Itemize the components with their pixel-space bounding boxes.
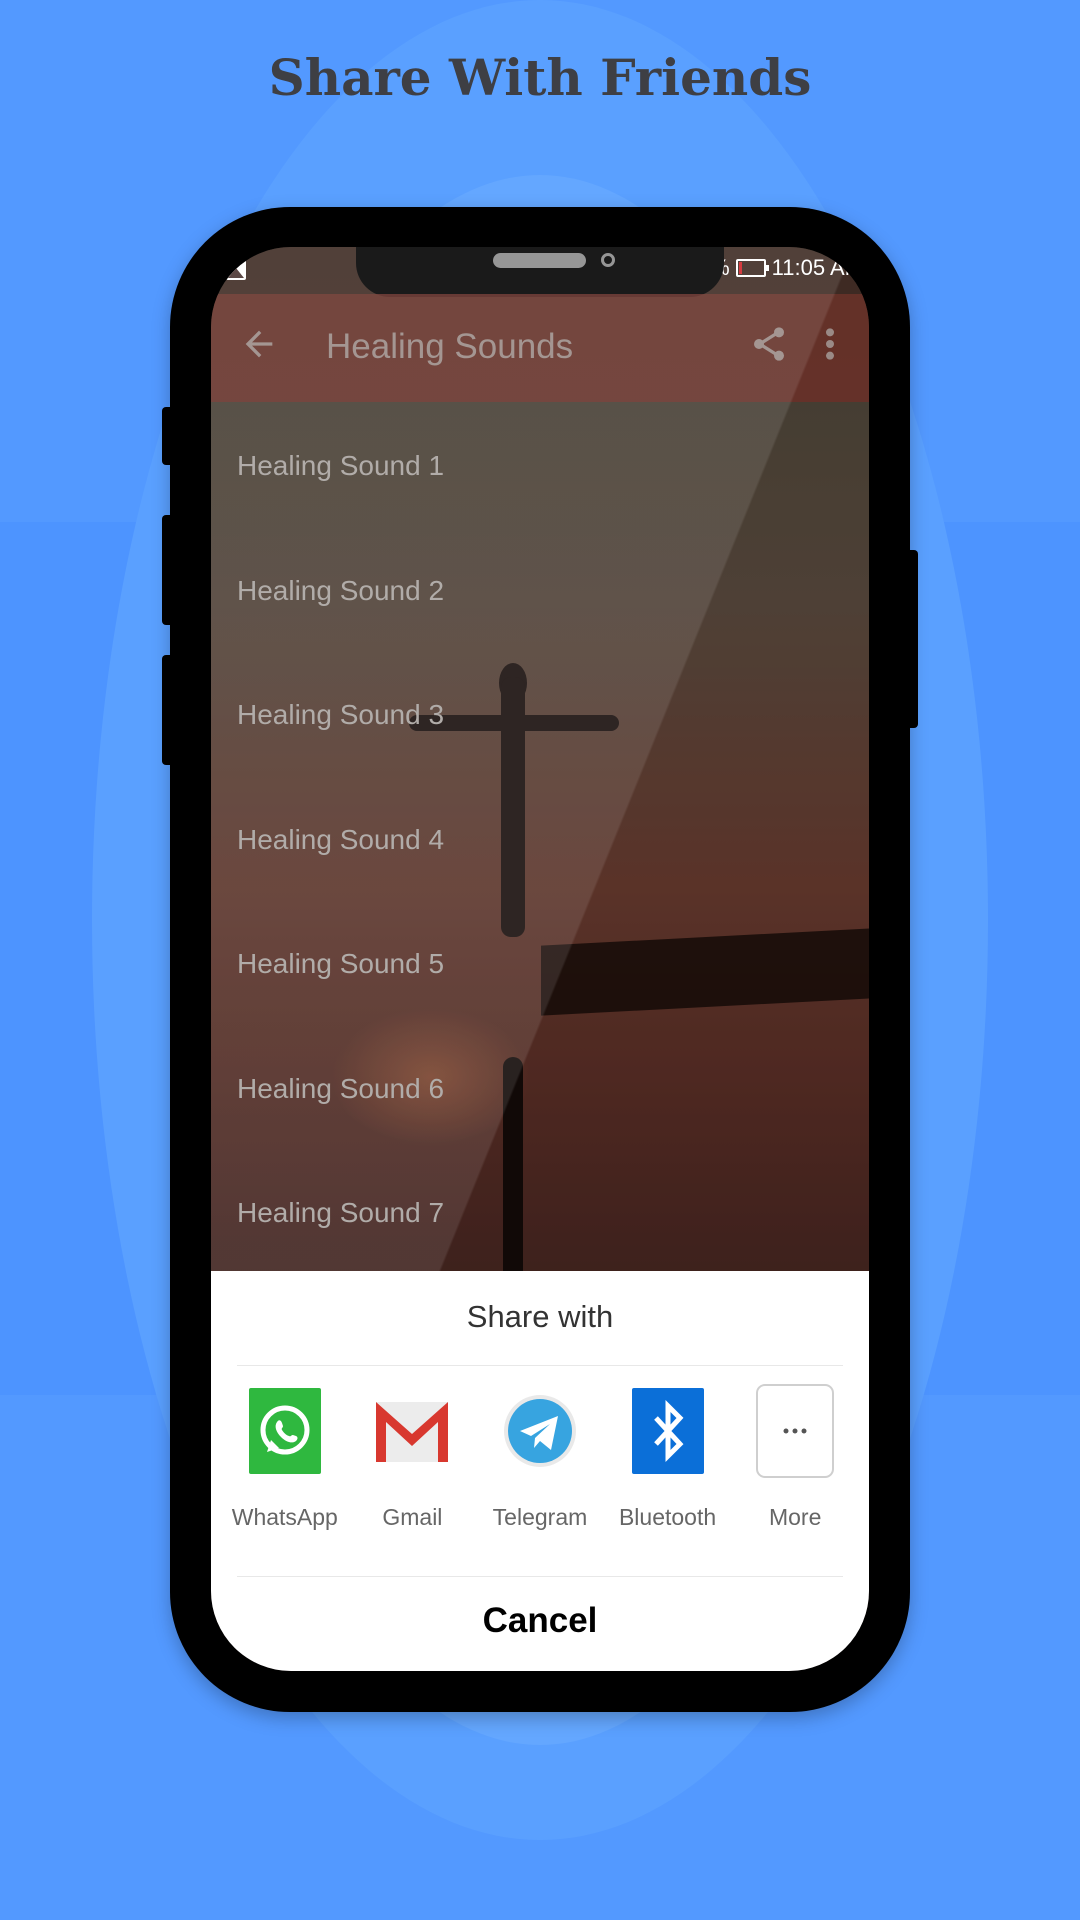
whatsapp-icon bbox=[248, 1388, 321, 1474]
more-horiz-icon bbox=[756, 1384, 835, 1478]
divider bbox=[237, 1576, 843, 1577]
share-target-label: Telegram bbox=[492, 1504, 588, 1530]
status-time: 11:05 AM bbox=[771, 255, 863, 280]
list-item[interactable]: Healing Sound 7 bbox=[211, 1149, 869, 1274]
share-target-more[interactable]: More bbox=[735, 1384, 855, 1531]
share-sheet: Share with WhatsApp Gmail Telegram Bluet… bbox=[211, 1271, 869, 1671]
promo-headline: Share With Friends bbox=[268, 48, 812, 107]
share-target-label: Bluetooth bbox=[618, 1504, 717, 1530]
share-app-row: WhatsApp Gmail Telegram Bluetooth More bbox=[211, 1384, 869, 1531]
phone-power-button bbox=[906, 550, 918, 728]
sound-list: Healing Sound 1 Healing Sound 2 Healing … bbox=[211, 402, 869, 1274]
phone-volume-up-button bbox=[162, 515, 174, 625]
telegram-icon bbox=[503, 1388, 576, 1474]
share-button[interactable] bbox=[749, 322, 789, 366]
battery-icon bbox=[735, 259, 769, 277]
front-camera bbox=[601, 253, 615, 267]
app-bar: Healing Sounds bbox=[211, 294, 869, 402]
image-notification-icon bbox=[226, 260, 246, 280]
share-target-label: WhatsApp bbox=[231, 1504, 338, 1530]
share-target-label: More bbox=[768, 1504, 822, 1530]
share-target-gmail[interactable]: Gmail bbox=[352, 1388, 472, 1531]
share-target-bluetooth[interactable]: Bluetooth bbox=[608, 1388, 728, 1531]
divider bbox=[237, 1365, 843, 1366]
arrow-left-icon bbox=[245, 330, 273, 358]
overflow-menu-button[interactable] bbox=[823, 324, 837, 364]
phone-mute-button bbox=[162, 407, 174, 465]
share-sheet-title: Share with bbox=[466, 1299, 614, 1334]
list-item[interactable]: Healing Sound 3 bbox=[211, 651, 869, 776]
share-icon bbox=[754, 327, 784, 361]
share-target-whatsapp[interactable]: WhatsApp bbox=[225, 1388, 345, 1531]
back-button[interactable] bbox=[239, 324, 279, 364]
list-item[interactable]: Healing Sound 5 bbox=[211, 900, 869, 1025]
phone-volume-down-button bbox=[162, 655, 174, 765]
phone-screen: % 11:05 AM Healing Sounds Healing Sound … bbox=[211, 247, 869, 1671]
list-item[interactable]: Healing Sound 4 bbox=[211, 776, 869, 901]
more-vert-icon bbox=[826, 328, 834, 360]
list-item[interactable]: Healing Sound 6 bbox=[211, 1025, 869, 1150]
gmail-icon bbox=[376, 1388, 449, 1474]
phone-notch bbox=[356, 247, 724, 297]
earpiece-speaker bbox=[493, 253, 586, 268]
list-item[interactable]: Healing Sound 1 bbox=[211, 402, 869, 527]
cancel-button[interactable]: Cancel bbox=[211, 1601, 869, 1641]
bluetooth-icon bbox=[631, 1388, 704, 1474]
status-right-group: % 11:05 AM bbox=[710, 255, 863, 281]
list-item[interactable]: Healing Sound 2 bbox=[211, 527, 869, 652]
share-target-label: Gmail bbox=[382, 1504, 443, 1530]
app-title: Healing Sounds bbox=[326, 327, 574, 366]
share-target-telegram[interactable]: Telegram bbox=[480, 1388, 600, 1531]
